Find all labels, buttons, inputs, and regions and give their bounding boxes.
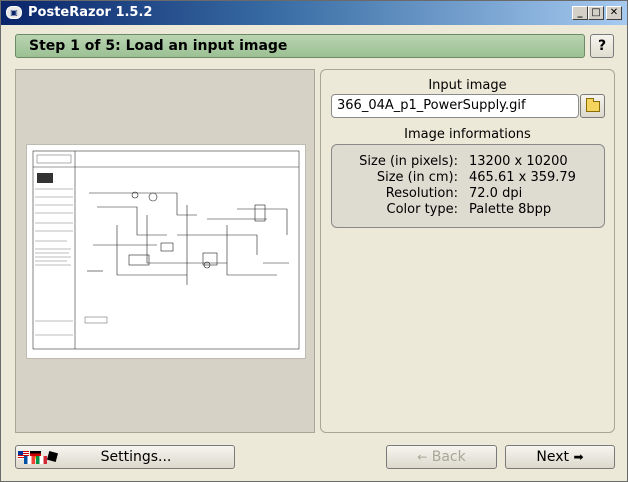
info-value: Palette 8bpp	[469, 202, 552, 217]
open-image-button[interactable]	[580, 94, 605, 118]
info-row-resolution: Resolution: 72.0 dpi	[332, 186, 604, 202]
checkered-flag-icon	[46, 450, 59, 463]
next-label: Next	[536, 449, 570, 465]
settings-button[interactable]: Settings...	[15, 445, 235, 469]
info-key: Size (in pixels):	[359, 154, 458, 169]
info-key: Size (in cm):	[376, 170, 458, 185]
image-preview	[26, 144, 306, 359]
info-row-size-cm: Size (in cm): 465.61 x 359.79	[332, 170, 604, 186]
input-image-filename-field[interactable]: 366_04A_p1_PowerSupply.gif	[331, 94, 579, 118]
step-header: Step 1 of 5: Load an input image	[15, 34, 585, 58]
back-button[interactable]: ← Back	[386, 445, 497, 469]
next-button[interactable]: Next ➡	[505, 445, 615, 469]
input-image-panel: Input image 366_04A_p1_PowerSupply.gif I…	[320, 69, 615, 433]
main-window: ▣ PosteRazor 1.5.2 _ □ ✕ Step 1 of 5: Lo…	[0, 0, 628, 482]
french-flag-icon	[24, 456, 35, 464]
title-bar[interactable]: ▣ PosteRazor 1.5.2 _ □ ✕	[1, 1, 627, 25]
language-flags-icon	[18, 450, 59, 464]
image-preview-panel	[15, 69, 315, 433]
folder-open-icon	[586, 98, 600, 112]
step-title: Step 1 of 5: Load an input image	[29, 38, 288, 54]
window-title: PosteRazor 1.5.2	[28, 5, 153, 20]
close-button[interactable]: ✕	[606, 6, 622, 20]
input-image-label: Input image	[428, 78, 507, 93]
italian-flag-icon	[36, 456, 47, 464]
info-value: 13200 x 10200	[469, 154, 568, 169]
settings-label: Settings...	[100, 449, 172, 465]
app-icon: ▣	[6, 6, 22, 19]
back-label: Back	[431, 449, 466, 465]
info-row-color-type: Color type: Palette 8bpp	[332, 202, 604, 218]
info-row-size-pixels: Size (in pixels): 13200 x 10200	[332, 154, 604, 170]
maximize-button[interactable]: □	[588, 6, 604, 20]
help-button[interactable]: ?	[590, 34, 614, 58]
next-arrow-icon: ➡	[573, 450, 584, 464]
info-key: Color type:	[386, 202, 459, 217]
image-info-label: Image informations	[404, 127, 531, 142]
info-value: 72.0 dpi	[469, 186, 523, 201]
image-info-box: Size (in pixels): 13200 x 10200 Size (in…	[331, 144, 605, 228]
info-key: Resolution:	[385, 186, 458, 201]
minimize-button[interactable]: _	[572, 6, 588, 20]
schematic-preview	[32, 150, 300, 350]
back-arrow-icon: ←	[417, 450, 428, 464]
info-value: 465.61 x 359.79	[469, 170, 576, 185]
